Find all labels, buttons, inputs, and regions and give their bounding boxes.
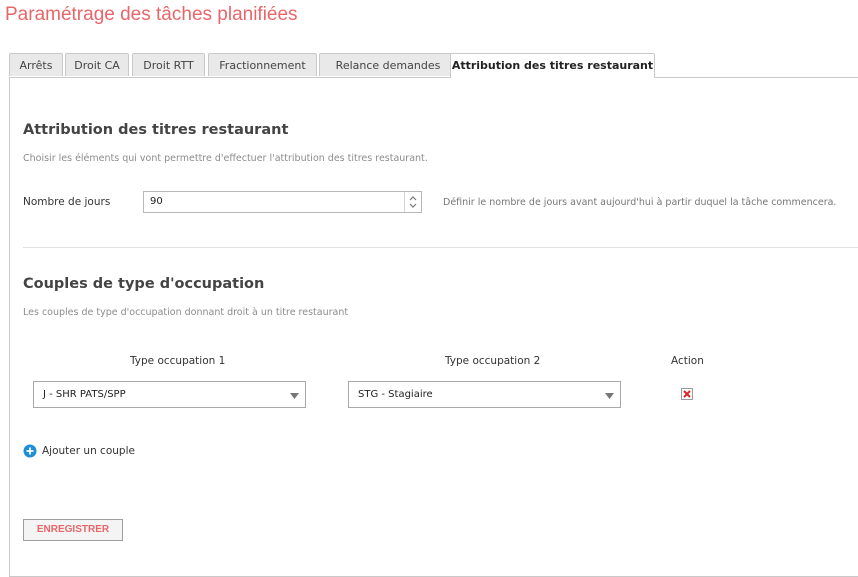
- type-occupation-1-select[interactable]: J - SHR PATS/SPP: [33, 381, 306, 408]
- delete-x-icon: [683, 390, 691, 398]
- save-button[interactable]: ENREGISTRER: [23, 519, 123, 541]
- tab-arrets[interactable]: Arrêts: [9, 53, 63, 76]
- days-label: Nombre de jours: [23, 196, 111, 208]
- settings-panel: [9, 77, 858, 577]
- caret-down-icon: [605, 393, 614, 399]
- tab-droit-rtt[interactable]: Droit RTT: [132, 53, 205, 76]
- plus-circle-icon: [23, 444, 37, 458]
- section-divider: [23, 247, 858, 248]
- couples-section-title: Couples de type d'occupation: [23, 276, 265, 292]
- attribution-section-description: Choisir les éléments qui vont permettre …: [23, 153, 428, 164]
- tab-fractionnement[interactable]: Fractionnement: [208, 53, 317, 76]
- column-header-type-occupation-2: Type occupation 2: [445, 355, 541, 367]
- caret-down-icon: [290, 393, 299, 399]
- tab-attribution-titres-restaurant[interactable]: Attribution des titres restaurant: [450, 53, 655, 78]
- attribution-section-title: Attribution des titres restaurant: [23, 122, 289, 138]
- page-title: Paramétrage des tâches planifiées: [5, 4, 298, 25]
- type-occupation-2-value: STG - Stagiaire: [358, 389, 433, 400]
- column-header-type-occupation-1: Type occupation 1: [130, 355, 226, 367]
- spinner-arrows-icon[interactable]: [404, 192, 421, 212]
- couples-section-description: Les couples de type d'occupation donnant…: [23, 307, 349, 318]
- days-number-input[interactable]: 90: [143, 191, 422, 213]
- type-occupation-2-select[interactable]: STG - Stagiaire: [348, 381, 621, 408]
- tab-relance-demandes[interactable]: Relance demandes: [319, 53, 457, 76]
- days-help-text: Définir le nombre de jours avant aujourd…: [443, 197, 837, 208]
- column-header-action: Action: [671, 355, 704, 367]
- add-couple-label: Ajouter un couple: [42, 445, 135, 457]
- tab-droit-ca[interactable]: Droit CA: [65, 53, 129, 76]
- type-occupation-1-value: J - SHR PATS/SPP: [43, 389, 126, 400]
- days-value: 90: [150, 196, 163, 207]
- delete-couple-button[interactable]: [681, 388, 693, 400]
